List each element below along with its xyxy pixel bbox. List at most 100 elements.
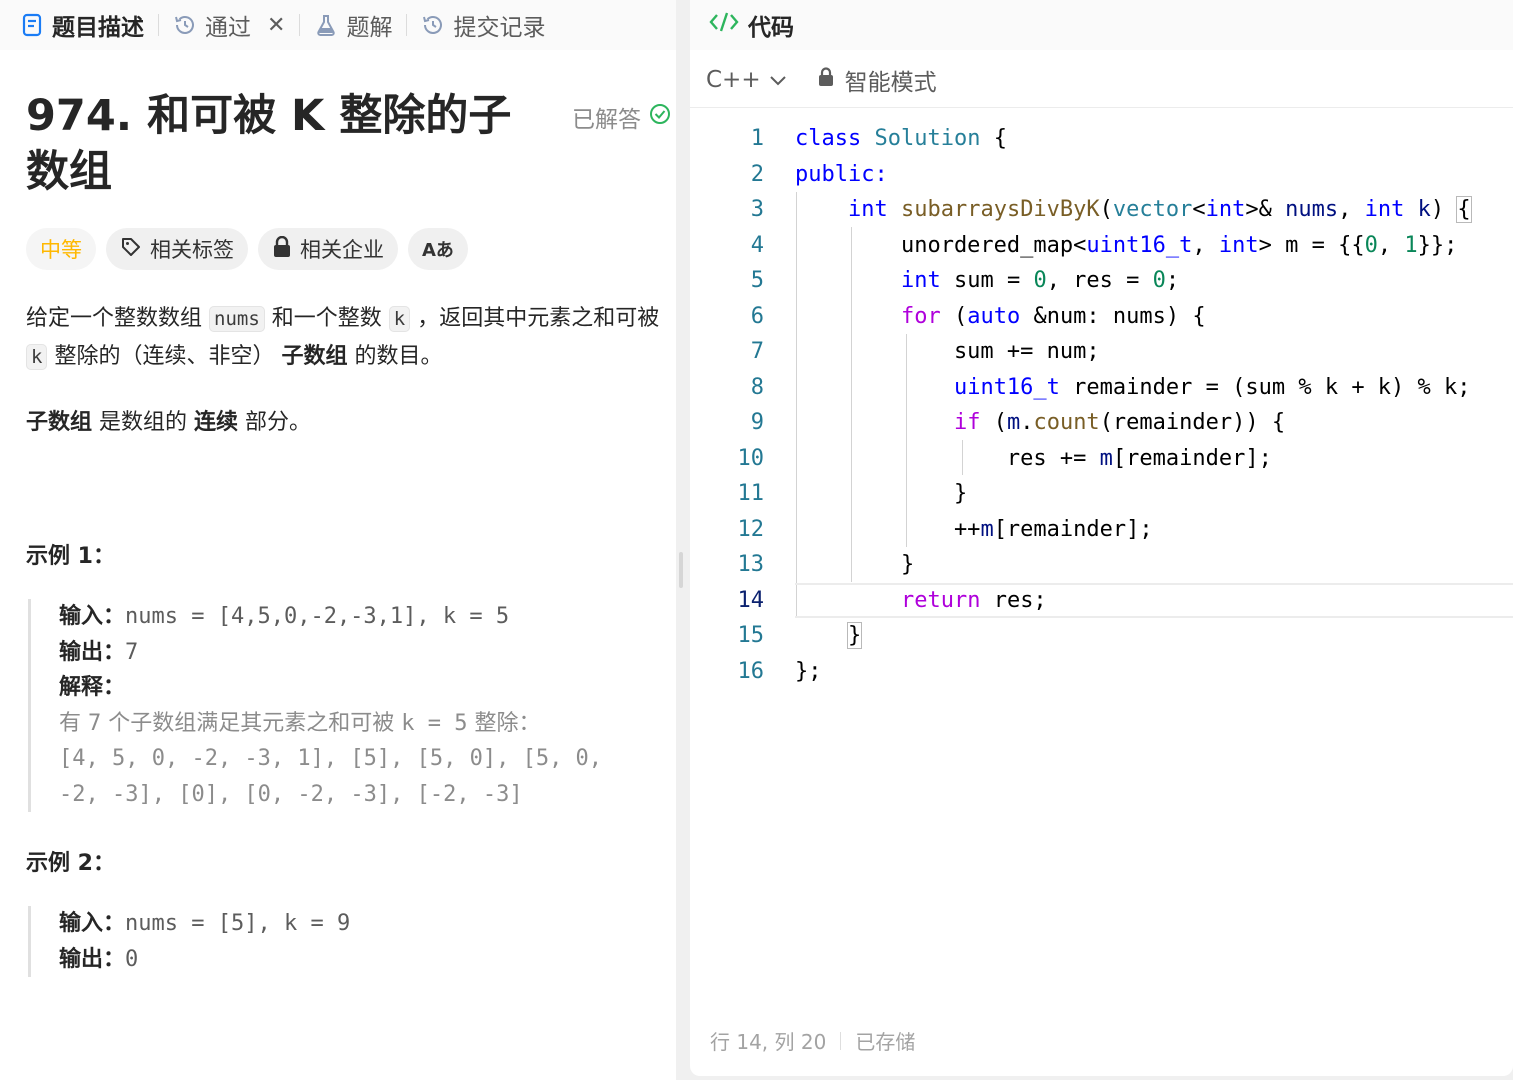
description-text: ，返回其中元素之和可被 — [410, 306, 660, 331]
related-companies-label: 相关企业 — [300, 238, 384, 262]
line-number: 3 — [750, 197, 764, 223]
history-icon — [173, 13, 197, 37]
line-number: 4 — [750, 232, 764, 258]
description-text: 的数目。 — [347, 344, 443, 369]
tab-accepted-label: 通过 — [205, 15, 251, 41]
tab-accepted[interactable]: 通过 ✕ — [173, 5, 285, 45]
code-panel-header: 代码 — [690, 0, 1513, 50]
related-tags-label: 相关标签 — [150, 238, 234, 262]
code-content: uint16_t remainder = (sum % k + k) % k; — [953, 374, 1471, 400]
splitter-grip[interactable] — [679, 552, 683, 588]
inline-code: k — [26, 344, 48, 370]
line-number: 13 — [737, 552, 765, 578]
tab-divider — [406, 14, 408, 36]
translate-button[interactable]: Aあ — [408, 228, 468, 270]
related-companies-button[interactable]: 相关企业 — [258, 228, 398, 270]
panel-splitter[interactable] — [676, 0, 690, 1080]
code-line: 15 } — [690, 618, 1513, 654]
cursor-position: 行 14, 列 20 — [710, 1030, 827, 1054]
example-2-input: 输入：nums = [5], k = 9 — [59, 906, 673, 942]
code-content: int subarraysDivByK(vector<int>& nums, i… — [847, 196, 1472, 224]
tab-solutions-label: 题解 — [346, 15, 393, 41]
line-number: 14 — [737, 587, 765, 613]
status-divider — [840, 1031, 842, 1050]
description-bold: 连续 — [194, 410, 239, 435]
code-content: } — [795, 481, 968, 507]
tab-submissions-label: 提交记录 — [453, 15, 546, 41]
code-line: 4 unordered_map<uint16_t, int> m = {{0, … — [690, 228, 1513, 264]
current-line-highlight — [795, 582, 1513, 618]
related-tags-button[interactable]: 相关标签 — [106, 228, 248, 270]
tab-solutions[interactable]: 题解 — [314, 5, 392, 45]
translate-icon: Aあ — [422, 240, 454, 261]
description-text: 给定一个整数数组 — [26, 306, 209, 331]
inline-code: k — [388, 306, 411, 332]
code-line: 11 } — [690, 476, 1513, 512]
code-line: 5 int sum = 0, res = 0; — [690, 263, 1513, 299]
code-line: 13 } — [690, 547, 1513, 583]
line-number: 16 — [737, 658, 765, 684]
tag-icon — [120, 236, 142, 263]
smart-mode-toggle[interactable]: 智能模式 — [817, 63, 937, 97]
explain-text: 个子数组满足其元素之和可被 — [101, 710, 402, 736]
editor-status-bar: 行 14, 列 20 已存储 — [710, 1026, 915, 1055]
code-content: ++m[remainder]; — [795, 516, 1153, 542]
code-line: 2 public: — [690, 157, 1513, 193]
code-line: 12 ++m[remainder]; — [690, 512, 1513, 548]
example-value: 7 — [125, 639, 139, 665]
explain-text: 有 — [59, 710, 88, 736]
example-1-block: 输入：nums = [4,5,0,-2,-3,1], k = 5 输出：7 解释… — [28, 599, 673, 812]
problem-chips: 中等 相关标签 相关企业 Aあ — [26, 228, 468, 270]
code-content: unordered_map<uint16_t, int> m = {{0, 1}… — [795, 232, 1458, 258]
code-content: if (m.count(remainder)) { — [953, 410, 1286, 436]
example-value: nums = [5], k = 9 — [125, 911, 351, 936]
tab-divider — [299, 14, 301, 36]
description-text: 整除的（连续、非空） — [47, 344, 282, 369]
line-number: 15 — [737, 623, 765, 649]
description-bold: 子数组 — [281, 344, 348, 369]
problem-note: 子数组 是数组的 连续 部分。 — [26, 404, 311, 441]
example-1-explain-line2: [4, 5, 0, -2, -3, 1], [5], [5, 0], [5, 0… — [59, 746, 603, 771]
document-icon — [20, 13, 44, 37]
example-value: 0 — [125, 946, 139, 972]
line-number: 12 — [737, 516, 765, 542]
problem-title[interactable]: 974. 和可被 K 整除的子数组 — [26, 88, 536, 200]
solved-badge: 已解答 — [572, 100, 671, 134]
description-text: 部分。 — [238, 410, 312, 435]
inline-code: nums — [209, 306, 265, 332]
language-label: C++ — [706, 66, 761, 93]
code-icon — [708, 10, 740, 40]
example-2-output: 输出：0 — [59, 942, 673, 978]
lock-icon — [817, 66, 835, 93]
tab-description[interactable]: 题目描述 — [20, 5, 144, 45]
line-number: 11 — [737, 481, 765, 507]
code-line: 9 if (m.count(remainder)) { — [690, 405, 1513, 441]
code-content: for (auto &num: nums) { — [900, 303, 1206, 329]
line-number: 10 — [737, 445, 765, 471]
line-number: 8 — [750, 374, 764, 400]
line-number: 2 — [750, 161, 764, 187]
code-line: 16 }; — [690, 654, 1513, 690]
example-2-title: 示例 2： — [26, 851, 115, 876]
example-label: 输入： — [59, 911, 126, 936]
code-panel-title: 代码 — [748, 15, 794, 41]
line-number: 6 — [750, 303, 764, 329]
tab-submissions[interactable]: 提交记录 — [421, 5, 545, 45]
example-1-explain-line1: 有 7 个子数组满足其元素之和可被 k = 5 整除： — [59, 706, 673, 742]
code-line: 8 uint16_t remainder = (sum % k + k) % k… — [690, 370, 1513, 406]
code-content: } — [795, 552, 915, 578]
difficulty-badge: 中等 — [26, 228, 96, 270]
line-number: 7 — [750, 339, 764, 365]
code-content: public: — [795, 161, 888, 187]
smart-mode-label: 智能模式 — [844, 69, 937, 96]
explain-code: 7 — [88, 710, 102, 736]
lock-icon — [272, 235, 292, 263]
language-select[interactable]: C++ — [706, 67, 787, 93]
code-line: 3 int subarraysDivByK(vector<int>& nums,… — [690, 192, 1513, 228]
description-text: 是数组的 — [92, 410, 195, 435]
example-label: 输出： — [59, 639, 126, 665]
code-content: } — [846, 622, 863, 650]
close-icon[interactable]: ✕ — [267, 13, 285, 38]
code-editor[interactable]: 1 class Solution { 2 public: 3 int subar… — [690, 121, 1513, 1001]
problem-description: 给定一个整数数组 nums 和一个整数 k ，返回其中元素之和可被 k 整除的（… — [26, 300, 671, 376]
